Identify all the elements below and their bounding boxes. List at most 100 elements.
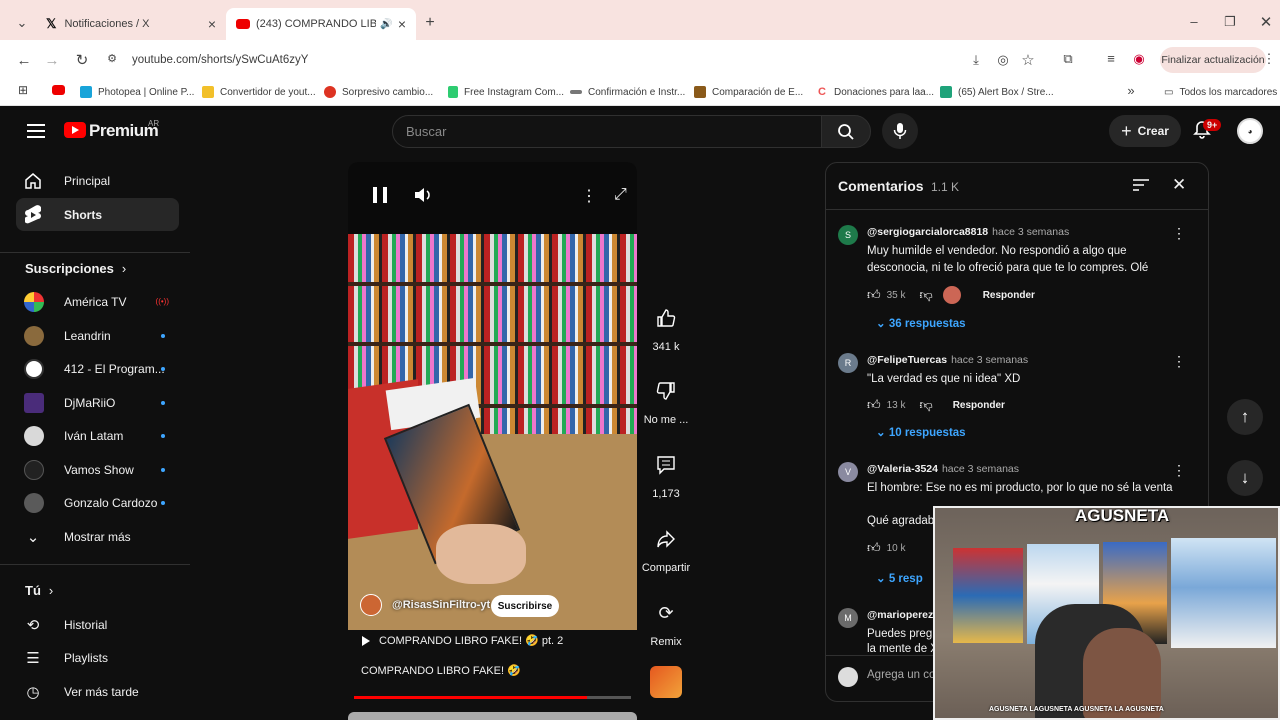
thumbs-down-icon[interactable]: 👎︎ [920,397,933,413]
create-button[interactable]: + Crear [1109,115,1181,147]
reply-button[interactable]: Responder [953,400,1005,411]
extensions-icon[interactable]: ⧉ [1060,51,1076,67]
channel-handle[interactable]: @RisasSinFiltro-yt [392,599,490,611]
sort-button[interactable] [1132,177,1150,196]
comments-button[interactable]: 1,173 [631,448,701,500]
pause-button[interactable] [373,187,387,203]
progress-bar[interactable] [354,696,631,699]
forward-icon[interactable]: → [44,52,60,69]
previous-short-button[interactable]: ↑ [1227,399,1263,435]
view-replies-button[interactable]: ⌄ 5 resp [876,571,923,585]
bookmark-item[interactable]: (65) Alert Box / Stre... [940,84,1054,100]
sidebar-channel[interactable]: Iván Latam [16,419,179,452]
sidebar-item-watch-later[interactable]: ◷ Ver más tarde [16,675,179,708]
bookmark-item[interactable]: Confirmación e Instr... [570,84,685,100]
reply-button[interactable]: Responder [983,290,1035,301]
all-bookmarks-folder[interactable]: ▭ Todos los marcadores [1164,84,1277,100]
thumbs-up-icon[interactable]: 👍︎ [867,397,881,413]
voice-search-button[interactable] [882,113,918,149]
shorts-video-player[interactable]: ⋮ ⤢ @RisasSinFiltro-yt Suscribirse [348,162,637,630]
volume-button[interactable] [414,186,434,209]
fullscreen-icon[interactable]: ⤢ [614,186,627,204]
apps-grid-icon[interactable]: ⊞ [16,83,30,97]
you-header[interactable]: Tú › [16,574,179,607]
search-button[interactable] [821,115,871,148]
speaker-icon[interactable]: 🔊 [380,19,392,30]
subscribe-button[interactable]: Suscribirse [491,595,559,617]
share-button[interactable]: Compartir [631,522,701,574]
sidebar-channel[interactable]: América TV ((•)) [16,285,179,318]
install-icon[interactable]: ⤓ [968,52,984,68]
add-comment-input[interactable]: Agrega un co [867,669,935,681]
site-info-icon[interactable]: ⚙ [104,52,120,65]
sidebar-item-shorts[interactable]: Shorts [16,198,179,231]
sidebar-item-playlists[interactable]: ☰ Playlists [16,641,179,674]
sidebar-item-home[interactable]: Principal [16,164,179,197]
comment-avatar[interactable]: M [838,608,858,628]
sidebar-item-history[interactable]: ⟲ Historial [16,608,179,641]
reload-icon[interactable]: ↻ [74,51,90,69]
dislike-button[interactable]: No me ... [631,374,701,426]
bookmark-item[interactable]: Sorpresivo cambio... [324,84,433,100]
youtube-logo-icon[interactable] [64,122,86,138]
minimize-icon[interactable]: – [1186,14,1202,29]
tab-close-icon[interactable]: × [398,16,406,32]
view-replies-button[interactable]: ⌄ 10 respuestas [876,425,966,439]
bookmark-item[interactable]: Free Instagram Com... [448,84,564,100]
new-tab-icon[interactable]: + [422,14,438,32]
search-input[interactable]: Buscar [392,115,822,148]
thumbs-up-icon[interactable]: 👍︎ [867,540,881,556]
comment-author[interactable]: @FelipeTuercas hace 3 semanas [867,354,1028,366]
comment-menu-icon[interactable]: ⋮ [1172,353,1186,370]
thumbs-down-icon[interactable]: 👎︎ [920,287,933,303]
close-comments-icon[interactable]: ✕ [1172,175,1186,195]
view-replies-button[interactable]: ⌄ 36 respuestas [876,316,966,330]
url-field[interactable]: youtube.com/shorts/ySwCuAt6zyY [122,46,942,74]
remix-button[interactable]: ⟳ Remix [631,596,701,649]
close-window-icon[interactable]: ✕ [1258,13,1274,31]
youtube-bookmark-icon[interactable] [52,85,65,95]
channel-avatar[interactable] [360,594,382,616]
sidebar-channel[interactable]: 412 - El Program... [16,352,179,385]
comment-menu-icon[interactable]: ⋮ [1172,462,1186,479]
comment-author[interactable]: @sergiogarcialorca8818 hace 3 semanas [867,226,1069,238]
like-button[interactable]: 341 k [631,301,701,353]
comment-avatar[interactable]: R [838,353,858,373]
comment-menu-icon[interactable]: ⋮ [1172,225,1186,242]
tab-youtube-active[interactable]: (243) COMPRANDO LIBRO F 🔊 × [226,8,416,40]
bookmark-star-icon[interactable]: ☆ [1020,51,1036,69]
maximize-icon[interactable]: ❐ [1222,14,1238,30]
sidebar-channel[interactable]: Leandrin [16,319,179,352]
subscriptions-header[interactable]: Suscripciones › [16,252,179,285]
show-more-button[interactable]: ⌄ Mostrar más [16,520,179,553]
update-button[interactable]: Finalizar actualización [1160,47,1266,73]
menu-hamburger-icon[interactable] [27,124,45,138]
tab-notificaciones-x[interactable]: 𝕏 Notificaciones / X × [36,8,226,40]
bookmark-item[interactable]: Photopea | Online P... [80,84,194,100]
bookmark-item[interactable]: Convertidor de yout... [202,84,316,100]
tab-close-icon[interactable]: × [208,16,216,32]
eye-off-icon[interactable]: ◎ [995,52,1011,68]
next-short-button[interactable]: ↓ [1227,460,1263,496]
back-icon[interactable]: ← [16,52,32,69]
comment-avatar[interactable]: S [838,225,858,245]
comment-author[interactable]: @marioperez [867,609,933,621]
sidebar-channel[interactable]: Gonzalo Cardozo [16,486,179,519]
more-bookmarks-icon[interactable]: » [1124,83,1138,98]
playlist-link[interactable]: COMPRANDO LIBRO FAKE! 🤣 pt. 2 [362,634,563,647]
comment-avatar[interactable]: V [838,462,858,482]
bookmark-item[interactable]: Comparación de E... [694,84,803,100]
chevron-right-icon: › [48,583,54,598]
sidebar-channel[interactable]: Vamos Show [16,453,179,486]
browser-menu-icon[interactable]: ⋮ [1262,51,1276,67]
audio-thumbnail[interactable] [650,666,682,698]
media-queue-icon[interactable]: ≡ [1103,51,1119,66]
more-options-icon[interactable]: ⋮ [581,186,597,206]
thumbs-up-icon[interactable]: 👍︎ [867,287,881,303]
sidebar-channel[interactable]: DjMaRiiO [16,386,179,419]
tab-list-chevron-icon[interactable]: ⌄ [14,15,30,31]
bookmark-item[interactable]: C Donaciones para laa... [818,84,934,100]
account-avatar[interactable]: ◕ [1237,118,1263,144]
comment-author[interactable]: @Valeria-3524 hace 3 semanas [867,463,1019,475]
profile-icon[interactable]: ◉ [1131,51,1147,67]
